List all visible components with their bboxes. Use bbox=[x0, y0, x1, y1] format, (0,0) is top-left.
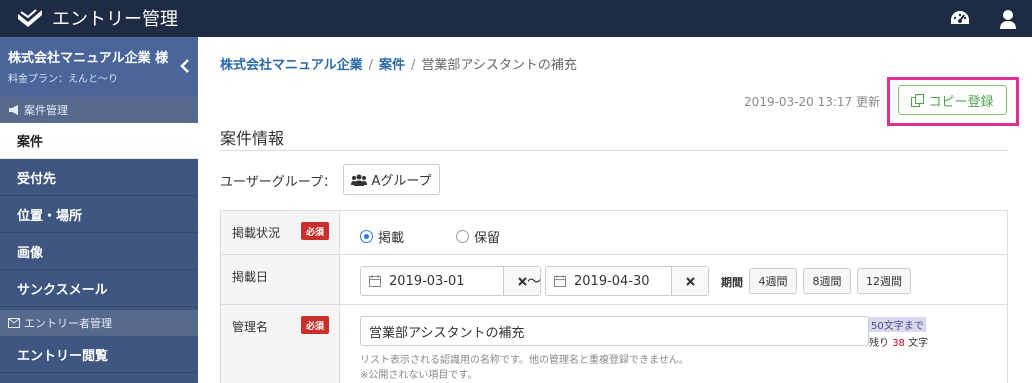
sidebar-item-entry-view[interactable]: エントリー閲覧 bbox=[0, 337, 198, 373]
chevron-left-icon[interactable] bbox=[180, 59, 190, 73]
breadcrumb-company[interactable]: 株式会社マニュアル企業 bbox=[220, 58, 363, 73]
sidebar-item-thanks-mail[interactable]: サンクスメール bbox=[0, 271, 198, 307]
publish-status-label: 掲載状況 bbox=[232, 226, 281, 240]
job-form-table: 掲載状況 必須 掲載 保留 掲載日 2019-03-01 〜 2019-04-3… bbox=[220, 210, 1008, 383]
section-label: 案件管理 bbox=[24, 104, 68, 117]
row-header: 掲載日 bbox=[221, 255, 340, 304]
section-entrant-management: エントリー者管理 bbox=[0, 310, 198, 336]
start-date-input[interactable]: 2019-03-01 bbox=[361, 267, 505, 295]
remaining-chars: 残り 38 文字 bbox=[869, 334, 928, 349]
user-group-button[interactable]: Aグループ bbox=[343, 164, 440, 195]
remaining-prefix: 残り bbox=[869, 338, 889, 349]
user-group-button-label: Aグループ bbox=[371, 174, 432, 189]
radio-hold[interactable]: 保留 bbox=[456, 227, 500, 246]
radio-unselected-icon bbox=[456, 230, 469, 243]
calendar-icon bbox=[369, 275, 381, 287]
section-label: エントリー者管理 bbox=[24, 317, 112, 330]
sidebar-item-label: 案件 bbox=[17, 135, 44, 150]
help-text: リスト表示される認識用の名称です。他の管理名と重複登録できません。 bbox=[360, 355, 689, 366]
main-content: 株式会社マニュアル企業 / 案件 / 営業部アシスタントの補充 2019-03-20 1… bbox=[198, 37, 1032, 383]
company-panel: 株式会社マニュアル企業 様 料金プラン：えんと〜り bbox=[0, 37, 198, 97]
sidebar-item-jobs[interactable]: 案件 bbox=[0, 123, 198, 159]
copy-icon bbox=[911, 93, 925, 107]
updated-timestamp: 2019-03-20 13:17 更新 bbox=[744, 95, 880, 109]
users-icon bbox=[351, 174, 368, 186]
row-management-name: 管理名 必須 営業部アシスタントの補充 50文字まで 残り 38 文字 リスト表示される認… bbox=[221, 305, 1007, 383]
user-group-label: ユーザーグループ： bbox=[220, 175, 336, 190]
calendar-icon bbox=[554, 275, 566, 287]
sidebar-item-label: サンクスメール bbox=[17, 283, 108, 298]
management-name-input[interactable]: 営業部アシスタントの補充 bbox=[360, 316, 869, 346]
copy-register-button[interactable]: コピー登録 bbox=[898, 85, 1007, 115]
breadcrumb-separator: / bbox=[411, 58, 416, 73]
breadcrumb-current: 営業部アシスタントの補充 bbox=[421, 58, 577, 73]
end-date-group: 2019-04-30 bbox=[545, 266, 709, 296]
top-bar: エントリー管理 bbox=[0, 0, 1032, 37]
period-12-weeks-button[interactable]: 12週間 bbox=[857, 268, 911, 294]
brand[interactable]: エントリー管理 bbox=[16, 6, 178, 30]
remaining-suffix: 文字 bbox=[908, 338, 929, 349]
section-job-management: 案件管理 bbox=[0, 97, 198, 123]
radio-publish[interactable]: 掲載 bbox=[360, 227, 404, 246]
company-name: 株式会社マニュアル企業 様 bbox=[8, 51, 169, 66]
divider bbox=[220, 150, 1008, 151]
management-name-value: 営業部アシスタントの補充 bbox=[369, 325, 525, 341]
row-publish-status: 掲載状況 必須 掲載 保留 bbox=[221, 211, 1007, 255]
radio-label: 保留 bbox=[474, 231, 501, 246]
char-limit-badge: 50文字まで bbox=[869, 317, 926, 332]
period-8-weeks-button[interactable]: 8週間 bbox=[803, 268, 851, 294]
breadcrumb-jobs[interactable]: 案件 bbox=[379, 58, 405, 73]
row-publish-dates: 掲載日 2019-03-01 〜 2019-04-30 期間 4週間 8週間 1… bbox=[221, 255, 1007, 305]
megaphone-icon bbox=[9, 105, 18, 115]
required-badge: 必須 bbox=[301, 316, 329, 334]
radio-selected-icon bbox=[360, 230, 373, 243]
row-header: 管理名 必須 bbox=[221, 305, 340, 383]
sidebar-item-reception[interactable]: 受付先 bbox=[0, 160, 198, 196]
sidebar-item-label: 受付先 bbox=[17, 172, 57, 187]
user-icon[interactable] bbox=[996, 7, 1020, 31]
breadcrumb-separator: / bbox=[368, 58, 374, 73]
sidebar-item-location[interactable]: 位置・場所 bbox=[0, 197, 198, 233]
sidebar-item-label: 画像 bbox=[17, 246, 44, 261]
sidebar: 株式会社マニュアル企業 様 料金プラン：えんと〜り 案件管理 案件 受付先 位置… bbox=[0, 37, 198, 383]
date-range-tilde: 〜 bbox=[527, 274, 541, 290]
period-4-weeks-button[interactable]: 4週間 bbox=[749, 268, 797, 294]
breadcrumb: 株式会社マニュアル企業 / 案件 / 営業部アシスタントの補充 bbox=[220, 54, 577, 73]
envelope-icon bbox=[8, 318, 20, 328]
sidebar-item-label: 位置・場所 bbox=[17, 209, 83, 224]
required-badge: 必須 bbox=[301, 222, 329, 240]
logo-icon bbox=[18, 9, 42, 27]
end-date-input[interactable]: 2019-04-30 bbox=[546, 267, 673, 295]
start-date-group: 2019-03-01 bbox=[360, 266, 541, 296]
copy-register-label: コピー登録 bbox=[928, 94, 994, 110]
period-label: 期間 bbox=[721, 276, 743, 289]
close-icon[interactable] bbox=[672, 267, 708, 295]
radio-label: 掲載 bbox=[378, 231, 405, 246]
sidebar-item-label: エントリー閲覧 bbox=[17, 349, 109, 364]
remaining-count: 38 bbox=[892, 338, 905, 349]
dashboard-icon[interactable] bbox=[948, 7, 972, 31]
sidebar-item-images[interactable]: 画像 bbox=[0, 234, 198, 270]
end-date-value: 2019-04-30 bbox=[574, 273, 650, 289]
help-note: ※公開されない項目です。 bbox=[360, 370, 478, 381]
management-name-label: 管理名 bbox=[232, 320, 269, 334]
plan-label: 料金プラン：えんと〜り bbox=[8, 74, 118, 85]
app-title: エントリー管理 bbox=[52, 9, 178, 30]
start-date-value: 2019-03-01 bbox=[389, 273, 465, 289]
row-header: 掲載状況 必須 bbox=[221, 211, 340, 254]
publish-dates-label: 掲載日 bbox=[232, 270, 269, 284]
section-title: 案件情報 bbox=[220, 129, 285, 148]
